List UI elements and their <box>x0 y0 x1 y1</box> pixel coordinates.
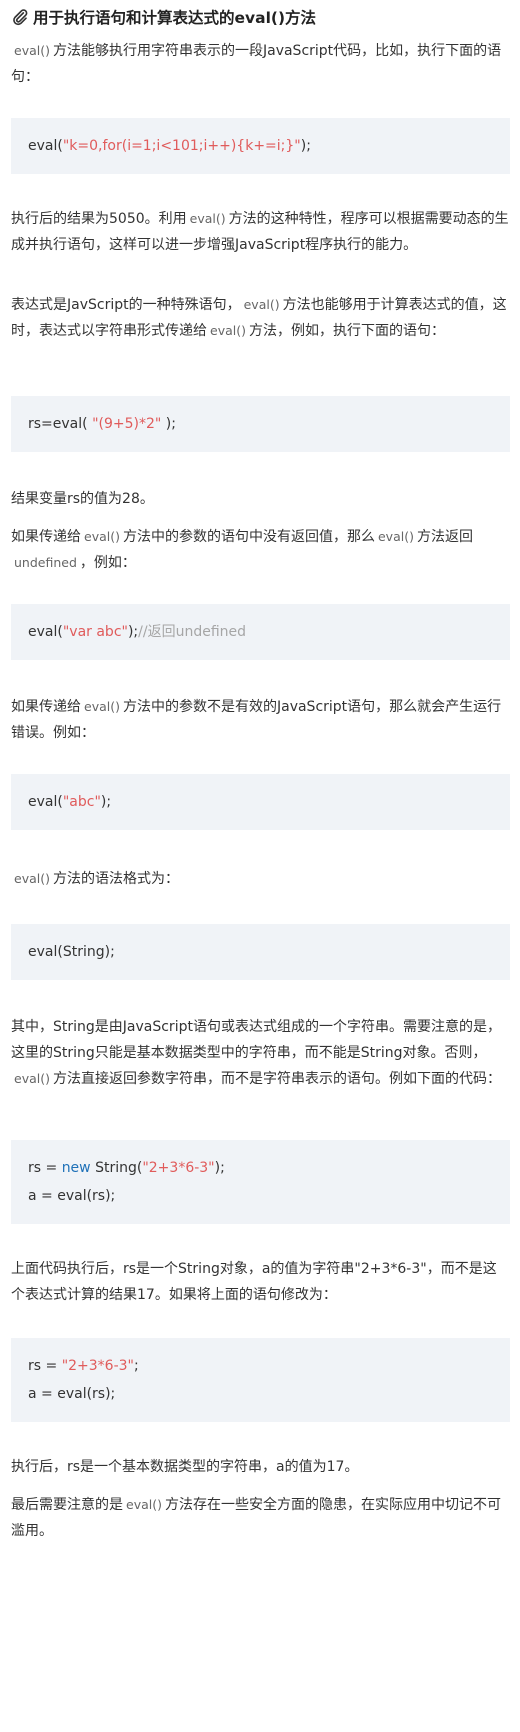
para-text: 如果传递给 <box>11 529 81 545</box>
code-text: eval( <box>28 624 63 640</box>
code-text: ; <box>133 1358 139 1374</box>
code-string: "2+3*6-3" <box>61 1358 134 1374</box>
para-text: 其中，String是由JavaScript语句或表达式组成的一个字符串。需要注意… <box>11 1019 501 1061</box>
code-text: ); <box>214 1160 225 1176</box>
inline-code: eval() <box>84 529 120 544</box>
code-comment: //返回undefined <box>138 624 247 640</box>
code-text: ); <box>300 138 311 154</box>
code-string: "abc" <box>62 794 101 810</box>
code-line: eval("k=0,for(i=1;i<101;i++){k+=i;}"); <box>28 132 510 160</box>
code-line: a = eval(rs); <box>28 1386 116 1402</box>
code-string: "(9+5)*2" <box>92 416 162 432</box>
inline-code: eval() <box>14 1071 50 1086</box>
para-text: 方法返回 <box>416 529 473 545</box>
code-text: eval( <box>28 794 63 810</box>
para-primitive-wrap: 执行后，rs是一个基本数据类型的字符串，a的值为17。 <box>11 1454 510 1480</box>
para-intro-wrap: eval() 方法能够执行用字符串表示的一段JavaScript代码，比如，执行下… <box>11 34 510 92</box>
inline-code: eval() <box>14 871 50 886</box>
para-text: 方法能够执行用字符串表示的一段JavaScript代码，比如，执行下面的语句： <box>11 43 502 85</box>
para-syntax: eval() 方法的语法格式为： <box>11 866 510 892</box>
para-invalid-wrap: 如果传递给 eval() 方法中的参数不是有效的JavaScript语句，那么就会产… <box>11 694 510 746</box>
code-text: eval( <box>28 138 63 154</box>
para-rs-value-wrap: 结果变量rs的值为28。 <box>11 486 510 512</box>
code-keyword: new <box>61 1160 91 1176</box>
inline-code: undefined <box>14 555 77 570</box>
para-text: 方法的语法格式为： <box>52 871 179 887</box>
para-text: 方法中的参数的语句中没有返回值，那么 <box>122 529 375 545</box>
code-string: "2+3*6-3" <box>142 1160 215 1176</box>
code-block-5: eval(String); <box>11 924 510 980</box>
inline-code: eval() <box>189 211 226 226</box>
code-text: ); <box>161 416 176 432</box>
para-text: 表达式是JavScript的一种特殊语句， <box>11 297 241 313</box>
para-invalid: 如果传递给 eval() 方法中的参数不是有效的JavaScript语句，那么就会产… <box>11 694 510 746</box>
para-string-object-wrap: 其中，String是由JavaScript语句或表达式组成的一个字符串。需要注意… <box>11 1014 510 1118</box>
para-security: 最后需要注意的是 eval() 方法存在一些安全方面的隐患，在实际应用中切记不可滥用… <box>11 1492 510 1544</box>
code-text: ); <box>127 624 139 640</box>
para-text: 最后需要注意的是 <box>11 1497 123 1513</box>
code-line: rs = new String("2+3*6-3"); <box>28 1154 510 1182</box>
code-block-2: rs=eval( "(9+5)*2" ); <box>11 396 510 452</box>
code-string: "k=0,for(i=1;i<101;i++){k+=i;}" <box>62 138 301 154</box>
para-result: 执行后的结果为5050。利用 eval() 方法的这种特性，程序可以根据需要动态的生… <box>11 206 510 258</box>
code-line: eval(String); <box>28 944 115 960</box>
para-after-code-wrap: 上面代码执行后，rs是一个String对象，a的值为字符串"2+3*6-3"，而… <box>11 1256 510 1308</box>
code-block-4: eval("abc"); <box>11 774 510 830</box>
para-no-return: 如果传递给 eval() 方法中的参数的语句中没有返回值，那么 eval() 方法返回u… <box>11 524 510 576</box>
code-text: String( <box>90 1160 143 1176</box>
inline-code: eval() <box>126 1497 162 1512</box>
para-no-return-wrap: 如果传递给 eval() 方法中的参数的语句中没有返回值，那么 eval() 方法返回u… <box>11 524 510 576</box>
code-line: rs=eval( "(9+5)*2" ); <box>28 410 510 438</box>
code-string: "var abc" <box>62 624 128 640</box>
code-block-6: rs = new String("2+3*6-3"); a = eval(rs)… <box>11 1140 510 1224</box>
code-block-3: eval("var abc");//返回undefined <box>11 604 510 660</box>
article-title: 用于执行语句和计算表达式的eval()方法 <box>11 0 510 34</box>
para-expression-wrap: 表达式是JavScript的一种特殊语句， eval() 方法也能够用于计算表达式的… <box>11 292 510 370</box>
para-expression: 表达式是JavScript的一种特殊语句， eval() 方法也能够用于计算表达式的… <box>11 292 510 344</box>
code-line: eval("abc"); <box>28 788 510 816</box>
inline-code: eval() <box>84 699 120 714</box>
code-line: eval("var abc");//返回undefined <box>28 618 510 646</box>
code-text: rs=eval( <box>28 416 93 432</box>
code-text: rs = <box>28 1160 62 1176</box>
para-text: 方法直接返回参数字符串，而不是字符串表示的语句。例如下面的代码： <box>52 1071 501 1087</box>
inline-code: eval() <box>243 297 280 312</box>
code-text: rs = <box>28 1358 62 1374</box>
inline-code: eval() <box>14 43 50 58</box>
para-string-object: 其中，String是由JavaScript语句或表达式组成的一个字符串。需要注意… <box>11 1014 510 1092</box>
code-block-1: eval("k=0,for(i=1;i<101;i++){k+=i;}"); <box>11 118 510 174</box>
para-after-code: 上面代码执行后，rs是一个String对象，a的值为字符串"2+3*6-3"，而… <box>11 1261 497 1303</box>
para-text: 方法，例如，执行下面的语句： <box>248 323 445 339</box>
code-text: ); <box>100 794 112 810</box>
para-primitive: 执行后，rs是一个基本数据类型的字符串，a的值为17。 <box>11 1459 359 1475</box>
para-text: ，例如： <box>79 555 136 571</box>
para-rs-value: 结果变量rs的值为28。 <box>11 491 154 507</box>
article: 用于执行语句和计算表达式的eval()方法 eval() 方法能够执行用字符串表示… <box>0 0 520 1544</box>
inline-code: eval() <box>377 529 414 544</box>
paperclip-icon <box>13 9 28 26</box>
para-text: 执行后的结果为5050。利用 <box>11 211 187 227</box>
code-line: a = eval(rs); <box>28 1188 116 1204</box>
para-security-wrap: 最后需要注意的是 eval() 方法存在一些安全方面的隐患，在实际应用中切记不可滥用… <box>11 1492 510 1544</box>
article-title-text: 用于执行语句和计算表达式的eval()方法 <box>33 9 317 27</box>
para-syntax-wrap: eval() 方法的语法格式为： <box>11 866 510 892</box>
inline-code: eval() <box>210 323 246 338</box>
para-text: 如果传递给 <box>11 699 81 715</box>
para-intro: eval() 方法能够执行用字符串表示的一段JavaScript代码，比如，执行下… <box>11 38 510 90</box>
para-result-wrap: 执行后的结果为5050。利用 eval() 方法的这种特性，程序可以根据需要动态的生… <box>11 206 510 284</box>
code-line: rs = "2+3*6-3"; <box>28 1352 510 1380</box>
code-block-7: rs = "2+3*6-3"; a = eval(rs); <box>11 1338 510 1422</box>
